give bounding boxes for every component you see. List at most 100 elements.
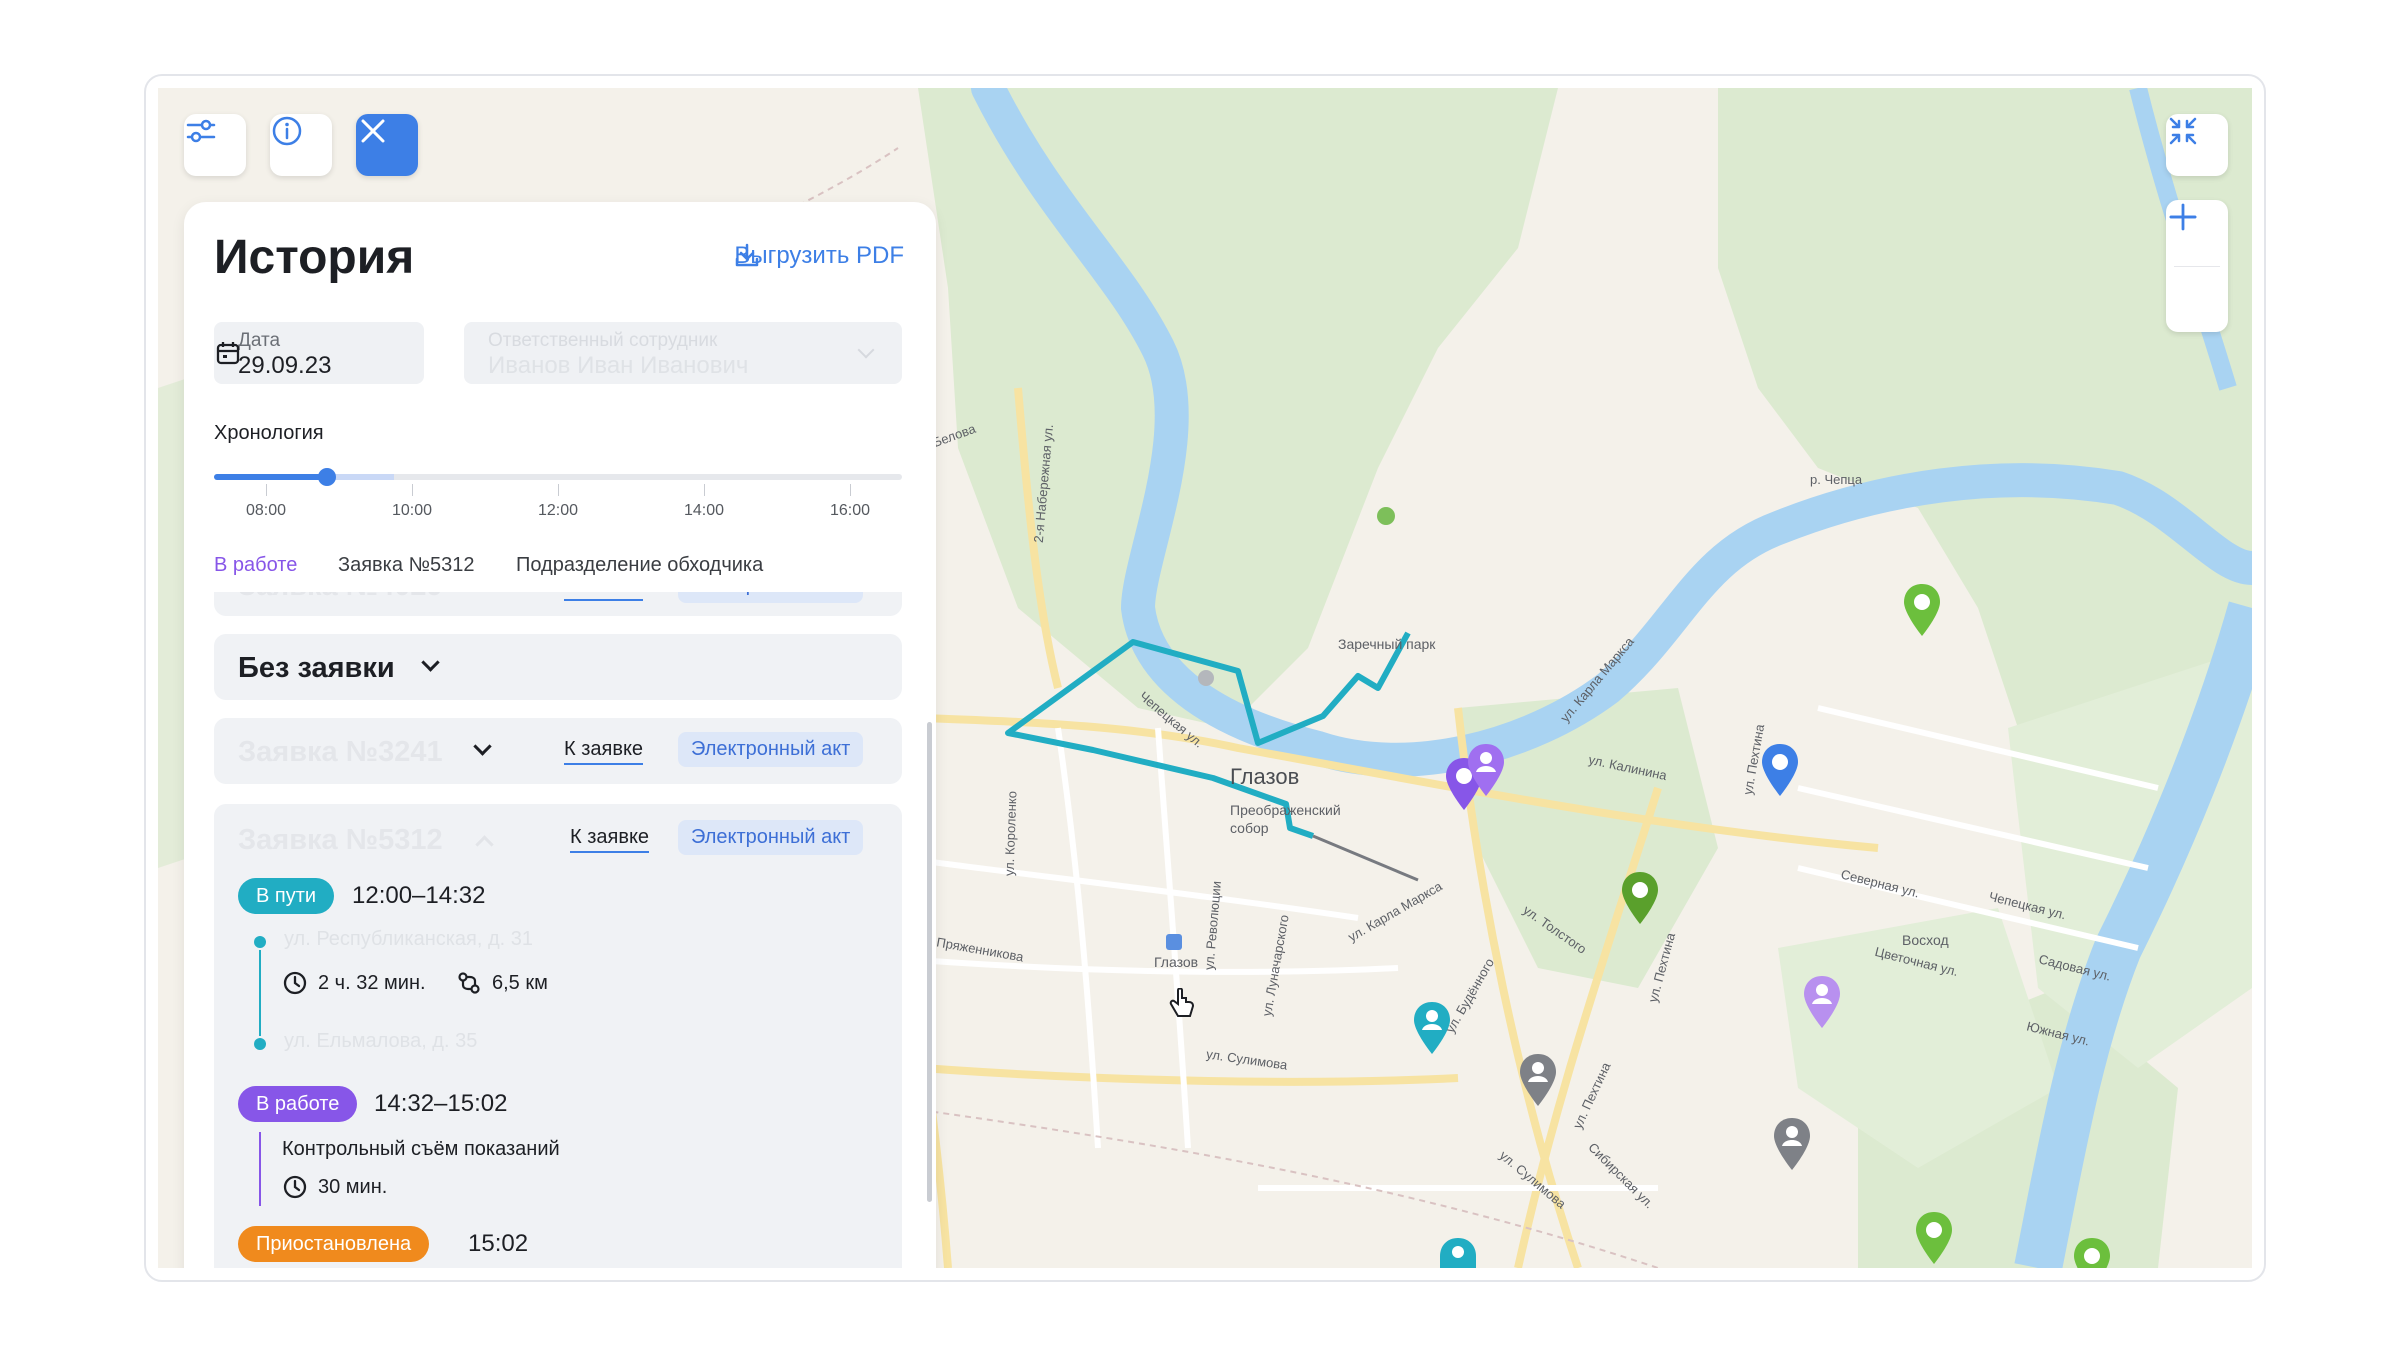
map-label-cathedral: Преображенский [1230,802,1341,818]
gray-person-pin-icon[interactable] [1518,1052,1558,1108]
zoom-divider [2174,266,2220,267]
route-line [259,950,261,1036]
electronic-act-button[interactable]: Электронный акт [678,820,864,855]
timeline-tick [704,484,705,496]
gray-person-pin-icon[interactable] [1772,1116,1812,1172]
timeline-tick-label: 14:00 [683,502,725,519]
to-request-link[interactable]: К заявке [570,826,650,853]
timeline-tick-label: 10:00 [391,502,433,519]
map-view[interactable]: Глазов Заречный парк Преображенский собо… [158,88,2252,1268]
violet-person-pin-icon[interactable] [1466,742,1506,798]
zoom-out-button[interactable] [2166,215,2228,332]
request-card-4029[interactable]: Заявка №4029 К заявке Электронный акт [214,592,902,616]
timeline-buffer [326,474,394,480]
electronic-act-button[interactable]: Электронный акт [678,732,864,767]
chevron-up-icon [475,835,494,854]
fullscreen-toggle-button[interactable] [2166,114,2228,176]
map-label-cathedral: собор [1230,820,1269,836]
chevron-down-icon [421,653,440,672]
segment-distance: 6,5 км [492,972,548,994]
timeline-tick [850,484,851,496]
clock-icon [283,971,307,995]
info-icon [272,116,302,146]
timeline-label: Хронология [214,422,324,444]
zoom-control [2166,200,2228,332]
timeline-tick-label: 12:00 [537,502,579,519]
timeline-slider[interactable] [214,468,902,486]
filter-tab-in-work[interactable]: В работе [214,554,297,577]
teal-person-pin-icon[interactable] [1438,1236,1478,1268]
green-pin-icon[interactable] [2072,1236,2112,1268]
timeline-tick-label: 08:00 [245,502,287,519]
map-label-station: Глазов [1154,954,1199,970]
history-panel: История Выгрузить PDF Дата 29.09.23 Отве… [184,202,936,1268]
status-badge-in-work: В работе [238,1086,358,1122]
map-label-river: р. Чепца [1810,472,1863,487]
green-pin-icon[interactable] [1914,1210,1954,1266]
chevron-down-icon [857,341,875,359]
date-field[interactable]: Дата 29.09.23 [214,322,424,384]
filter-button[interactable] [184,114,246,176]
map-label-district: Восход [1902,932,1949,948]
export-pdf-button[interactable]: Выгрузить PDF [734,242,904,270]
map-label-park: Заречный парк [1338,636,1436,652]
info-button[interactable] [270,114,332,176]
history-list[interactable]: Заявка №4029 К заявке Электронный акт Бе… [184,592,936,1268]
blue-pin-icon[interactable] [1760,742,1800,798]
route-start-dot [254,936,266,948]
close-button[interactable] [356,114,418,176]
filter-tab-request[interactable]: Заявка №5312 [338,554,474,577]
collapse-arrows-icon [2169,117,2197,145]
request-card-5312[interactable]: Заявка №5312 К заявке Электронный акт В … [214,804,902,1268]
route-from-address: ул. Республиканская, д. 31 [284,928,534,950]
work-line [259,1132,261,1206]
request-name: Заявка №3241 [238,736,443,768]
to-request-link[interactable]: К заявке [564,592,644,601]
chevron-down-icon [473,737,492,756]
map-label-city: Глазов [1230,764,1300,789]
filter-tab-department[interactable]: Подразделение обходчика [516,554,763,577]
segment-time: 14:32–15:02 [374,1090,508,1117]
employee-select[interactable]: Ответственный сотрудник Иванов Иван Иван… [464,322,902,384]
request-name: Заявка №4029 [238,592,443,603]
no-request-label: Без заявки [238,652,395,684]
timeline-tick-label: 16:00 [829,502,871,519]
status-badge-in-transit: В пути [238,878,335,914]
panel-title: История [214,231,415,284]
timeline-tick [266,484,267,496]
no-request-group[interactable]: Без заявки [214,634,902,700]
green-pin-icon[interactable] [1620,870,1660,926]
route-distance-icon [458,972,480,994]
work-task: Контрольный съём показаний [282,1138,560,1160]
route-end-dot [254,1038,266,1050]
map-label-street: ул. Короленко [1001,790,1020,877]
date-label: Дата [238,330,281,351]
segment-duration: 2 ч. 32 мин. [318,972,426,994]
request-card-3241[interactable]: Заявка №3241 К заявке Электронный акт [214,718,902,784]
hand-cursor-icon [1169,988,1195,1017]
status-badge-paused: Приостановлена [238,1226,430,1262]
timeline-fill [214,474,326,480]
green-pin-icon[interactable] [1902,582,1942,638]
app-window: Глазов Заречный парк Преображенский собо… [144,74,2266,1282]
download-icon [736,243,759,267]
violet-person-pin-icon[interactable] [1802,974,1842,1030]
calendar-icon[interactable] [214,339,242,367]
clock-icon [283,1175,307,1199]
to-request-link[interactable]: К заявке [564,738,644,765]
minus-icon [2169,215,2197,219]
filter-sliders-icon [186,119,216,143]
panel-scrollbar[interactable] [927,722,932,1202]
timeline-tick [558,484,559,496]
segment-time: 15:02 [468,1230,529,1257]
request-name: Заявка №5312 [238,824,443,856]
segment-duration: 30 мин. [318,1176,388,1198]
employee-label: Ответственный сотрудник [488,330,718,351]
route-to-address: ул. Ельмалова, д. 35 [284,1030,478,1052]
electronic-act-button[interactable]: Электронный акт [678,592,864,603]
segment-time: 12:00–14:32 [352,882,486,909]
timeline-handle[interactable] [318,468,336,486]
date-value: 29.09.23 [238,352,332,379]
timeline-tick [412,484,413,496]
employee-value: Иванов Иван Иванович [488,352,749,379]
